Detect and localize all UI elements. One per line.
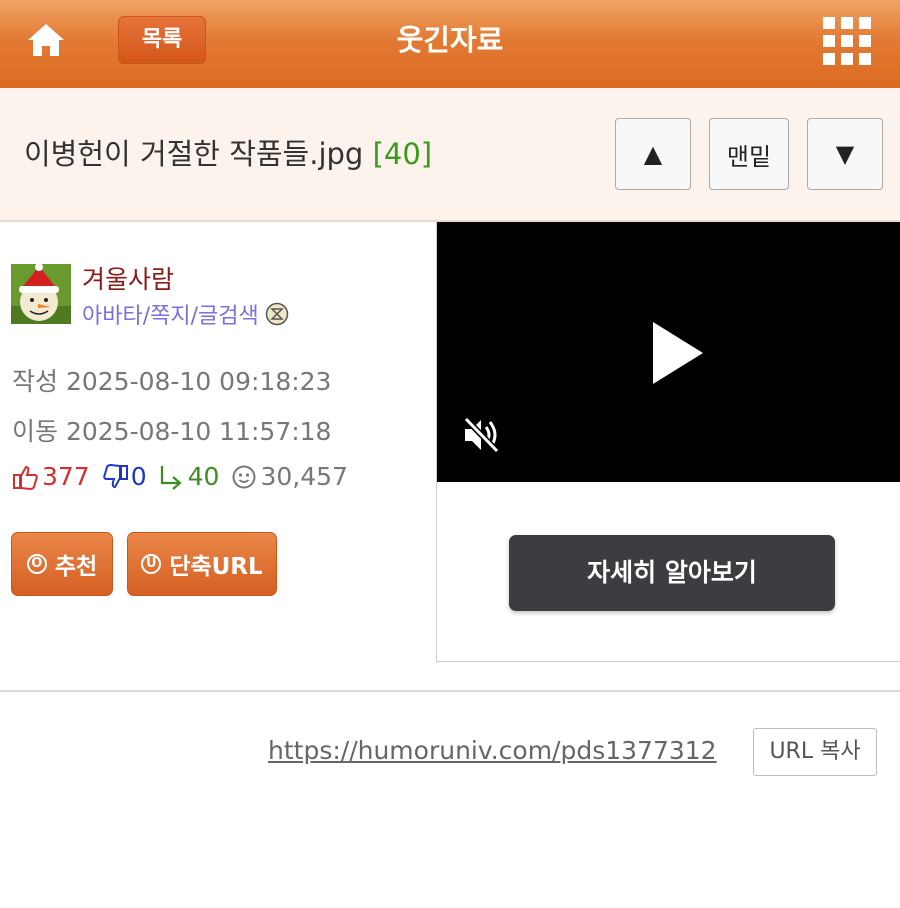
top-header: 목록 웃긴자료: [0, 0, 900, 88]
short-url-label: 단축URL: [169, 554, 263, 580]
grid-menu-icon[interactable]: [823, 17, 871, 65]
board-title: 웃긴자료: [396, 23, 504, 57]
short-url-button[interactable]: U 단축URL: [127, 532, 277, 596]
scroll-down-button[interactable]: ▼: [807, 118, 883, 190]
written-date: 작성 2025-08-10 09:18:23: [12, 367, 332, 396]
copy-url-button[interactable]: URL 복사: [753, 728, 877, 776]
reply-stat: 40: [158, 462, 220, 491]
thumbs-down-icon: [102, 463, 128, 488]
view-stat: 30,457: [230, 462, 348, 491]
recommend-circle-icon: O: [26, 554, 47, 574]
upvote-count: 377: [42, 462, 90, 491]
smiley-icon: [232, 465, 256, 488]
comment-count[interactable]: [40]: [373, 137, 433, 171]
up-arrow-icon: ▲: [643, 140, 663, 168]
moved-date: 이동 2025-08-10 11:57:18: [12, 417, 332, 446]
upvote-stat: 377: [12, 462, 90, 491]
section-divider: [0, 690, 900, 692]
thumbs-up-icon: [13, 465, 38, 490]
reply-arrow-icon: [160, 465, 182, 490]
short-url-link[interactable]: https://humoruniv.com/pds1377312: [268, 736, 717, 765]
home-icon[interactable]: [26, 20, 66, 60]
down-arrow-icon: ▼: [835, 140, 855, 168]
recommend-button[interactable]: O 추천: [11, 532, 113, 596]
author-name[interactable]: 겨울사람: [82, 260, 174, 296]
view-count: 30,457: [260, 462, 348, 491]
level-badge-icon: [265, 302, 288, 326]
post-stats: 377 0 40 30,457: [12, 462, 359, 491]
downvote-stat: 0: [101, 462, 147, 491]
play-icon[interactable]: [651, 320, 705, 386]
video-ad-panel: 자세히 알아보기: [436, 222, 900, 662]
video-player[interactable]: [437, 222, 900, 482]
post-title-text: 이병헌이 거절한 작품들.jpg: [24, 137, 364, 171]
mute-icon[interactable]: [461, 414, 503, 456]
short-url-circle-icon: U: [141, 554, 162, 574]
scroll-up-button[interactable]: ▲: [615, 118, 691, 190]
avatar[interactable]: [11, 264, 71, 324]
post-title-bar: 이병헌이 거절한 작품들.jpg [40] ▲ 맨밑 ▼: [0, 88, 900, 222]
recommend-label: 추천: [54, 554, 98, 580]
post-title: 이병헌이 거절한 작품들.jpg [40]: [24, 88, 432, 220]
downvote-count: 0: [130, 462, 147, 491]
author-links-text[interactable]: 아바타/쪽지/글검색: [82, 298, 259, 330]
reply-count: 40: [187, 462, 220, 491]
author-links: 아바타/쪽지/글검색: [82, 298, 289, 330]
author-panel: 겨울사람 아바타/쪽지/글검색 작성 2025-08-10 09:18:23 이…: [0, 222, 436, 690]
list-button[interactable]: 목록: [118, 16, 206, 64]
scroll-bottom-button[interactable]: 맨밑: [709, 118, 789, 190]
learn-more-button[interactable]: 자세히 알아보기: [509, 535, 835, 611]
scroll-bottom-label: 맨밑: [726, 142, 772, 171]
